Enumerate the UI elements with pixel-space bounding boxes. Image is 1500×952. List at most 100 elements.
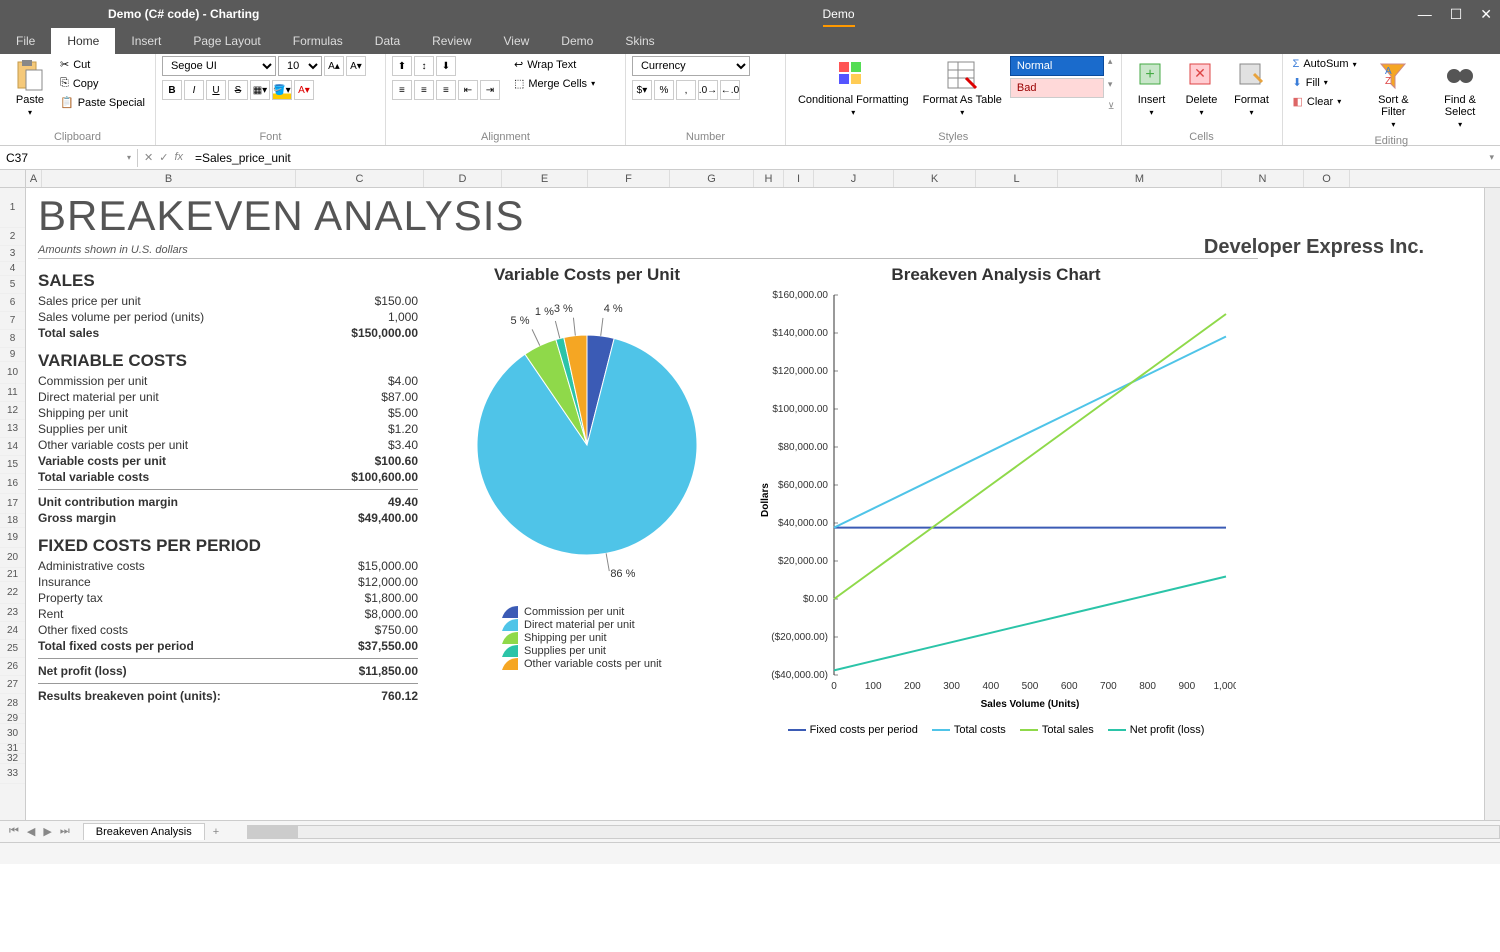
decrease-decimal-button[interactable]: ←.0: [720, 80, 740, 100]
row-header-19[interactable]: 19: [0, 528, 25, 548]
tab-home[interactable]: Home: [51, 28, 115, 54]
minimize-button[interactable]: —: [1418, 6, 1432, 23]
wrap-text-button[interactable]: ↩Wrap Text: [510, 56, 599, 73]
style-bad[interactable]: Bad: [1010, 78, 1104, 98]
comma-format-button[interactable]: ,: [676, 80, 696, 100]
row-header-4[interactable]: 4: [0, 262, 25, 276]
row-header-14[interactable]: 14: [0, 438, 25, 456]
sheet-nav-next[interactable]: ▶: [40, 825, 54, 838]
row-header-33[interactable]: 33: [0, 764, 25, 784]
row-header-24[interactable]: 24: [0, 622, 25, 640]
font-size-select[interactable]: 10: [278, 56, 322, 76]
col-header-D[interactable]: D: [424, 170, 502, 187]
delete-cells-button[interactable]: ✕Delete▾: [1178, 56, 1226, 121]
decrease-font-button[interactable]: A▾: [346, 56, 366, 76]
gallery-up-button[interactable]: ▴: [1108, 56, 1115, 67]
tab-skins[interactable]: Skins: [609, 28, 670, 54]
row-header-18[interactable]: 18: [0, 514, 25, 528]
add-sheet-button[interactable]: +: [205, 824, 227, 840]
col-header-G[interactable]: G: [670, 170, 754, 187]
increase-decimal-button[interactable]: .0→: [698, 80, 718, 100]
col-header-C[interactable]: C: [296, 170, 424, 187]
borders-button[interactable]: ▦▾: [250, 80, 270, 100]
align-bottom-button[interactable]: ⬇: [436, 56, 456, 76]
fx-button[interactable]: fx: [174, 151, 183, 164]
close-button[interactable]: ✕: [1480, 6, 1492, 23]
row-header-25[interactable]: 25: [0, 640, 25, 658]
tab-review[interactable]: Review: [416, 28, 487, 54]
col-header-B[interactable]: B: [42, 170, 296, 187]
number-format-select[interactable]: Currency: [632, 56, 750, 76]
col-header-K[interactable]: K: [894, 170, 976, 187]
row-header-22[interactable]: 22: [0, 582, 25, 604]
maximize-button[interactable]: ☐: [1450, 6, 1463, 23]
row-header-6[interactable]: 6: [0, 294, 25, 312]
row-header-23[interactable]: 23: [0, 604, 25, 622]
align-middle-button[interactable]: ↕: [414, 56, 434, 76]
row-header-16[interactable]: 16: [0, 474, 25, 494]
format-cells-button[interactable]: Format▾: [1228, 56, 1276, 121]
merge-cells-button[interactable]: ⬚Merge Cells▾: [510, 75, 599, 92]
formula-input[interactable]: =Sales_price_unit: [189, 149, 1483, 167]
decrease-indent-button[interactable]: ⇤: [458, 80, 478, 100]
row-header-2[interactable]: 2: [0, 228, 25, 246]
tab-demo[interactable]: Demo: [545, 28, 609, 54]
row-header-30[interactable]: 30: [0, 724, 25, 744]
col-header-N[interactable]: N: [1222, 170, 1304, 187]
copy-button[interactable]: ⎘Copy: [56, 75, 149, 92]
align-right-button[interactable]: ≡: [436, 80, 456, 100]
title-context-tab[interactable]: Demo: [823, 7, 855, 27]
horizontal-scrollbar[interactable]: [247, 825, 1500, 839]
tab-page-layout[interactable]: Page Layout: [177, 28, 276, 54]
tab-view[interactable]: View: [488, 28, 546, 54]
align-center-button[interactable]: ≡: [414, 80, 434, 100]
row-header-7[interactable]: 7: [0, 312, 25, 330]
paste-button[interactable]: Paste ▾: [6, 56, 54, 121]
clear-button[interactable]: ◧Clear▾: [1289, 93, 1361, 110]
row-header-26[interactable]: 26: [0, 658, 25, 676]
find-select-button[interactable]: Find & Select▾: [1426, 56, 1494, 133]
paste-special-button[interactable]: 📋Paste Special: [56, 94, 149, 111]
col-header-J[interactable]: J: [814, 170, 894, 187]
align-top-button[interactable]: ⬆: [392, 56, 412, 76]
enter-formula-button[interactable]: ✓: [159, 151, 168, 164]
sheet-tab-active[interactable]: Breakeven Analysis: [83, 823, 205, 840]
sheet-nav-last[interactable]: ⏭: [57, 825, 73, 838]
row-header-1[interactable]: 1: [0, 188, 25, 228]
increase-indent-button[interactable]: ⇥: [480, 80, 500, 100]
row-header-21[interactable]: 21: [0, 568, 25, 582]
row-header-15[interactable]: 15: [0, 456, 25, 474]
italic-button[interactable]: I: [184, 80, 204, 100]
row-header-10[interactable]: 10: [0, 362, 25, 384]
accounting-format-button[interactable]: $▾: [632, 80, 652, 100]
increase-font-button[interactable]: A▴: [324, 56, 344, 76]
insert-cells-button[interactable]: +Insert▾: [1128, 56, 1176, 121]
align-left-button[interactable]: ≡: [392, 80, 412, 100]
vertical-scrollbar[interactable]: [1484, 188, 1500, 820]
row-header-17[interactable]: 17: [0, 494, 25, 514]
col-header-F[interactable]: F: [588, 170, 670, 187]
percent-format-button[interactable]: %: [654, 80, 674, 100]
name-box[interactable]: C37▾: [0, 149, 138, 167]
sort-filter-button[interactable]: AZSort & Filter▾: [1363, 56, 1425, 133]
row-header-20[interactable]: 20: [0, 548, 25, 568]
row-header-3[interactable]: 3: [0, 246, 25, 262]
row-header-29[interactable]: 29: [0, 714, 25, 724]
row-header-28[interactable]: 28: [0, 694, 25, 714]
tab-data[interactable]: Data: [359, 28, 416, 54]
row-header-8[interactable]: 8: [0, 330, 25, 348]
col-header-I[interactable]: I: [784, 170, 814, 187]
col-header-O[interactable]: O: [1304, 170, 1350, 187]
row-header-32[interactable]: 32: [0, 754, 25, 764]
tab-insert[interactable]: Insert: [115, 28, 177, 54]
font-name-select[interactable]: Segoe UI: [162, 56, 276, 76]
style-normal[interactable]: Normal: [1010, 56, 1104, 76]
underline-button[interactable]: U: [206, 80, 226, 100]
col-header-H[interactable]: H: [754, 170, 784, 187]
cancel-formula-button[interactable]: ✕: [144, 151, 153, 164]
tab-file[interactable]: File: [0, 28, 51, 54]
autosum-button[interactable]: ΣAutoSum▾: [1289, 56, 1361, 72]
row-header-9[interactable]: 9: [0, 348, 25, 362]
row-header-5[interactable]: 5: [0, 276, 25, 294]
fill-color-button[interactable]: 🪣▾: [272, 80, 292, 100]
